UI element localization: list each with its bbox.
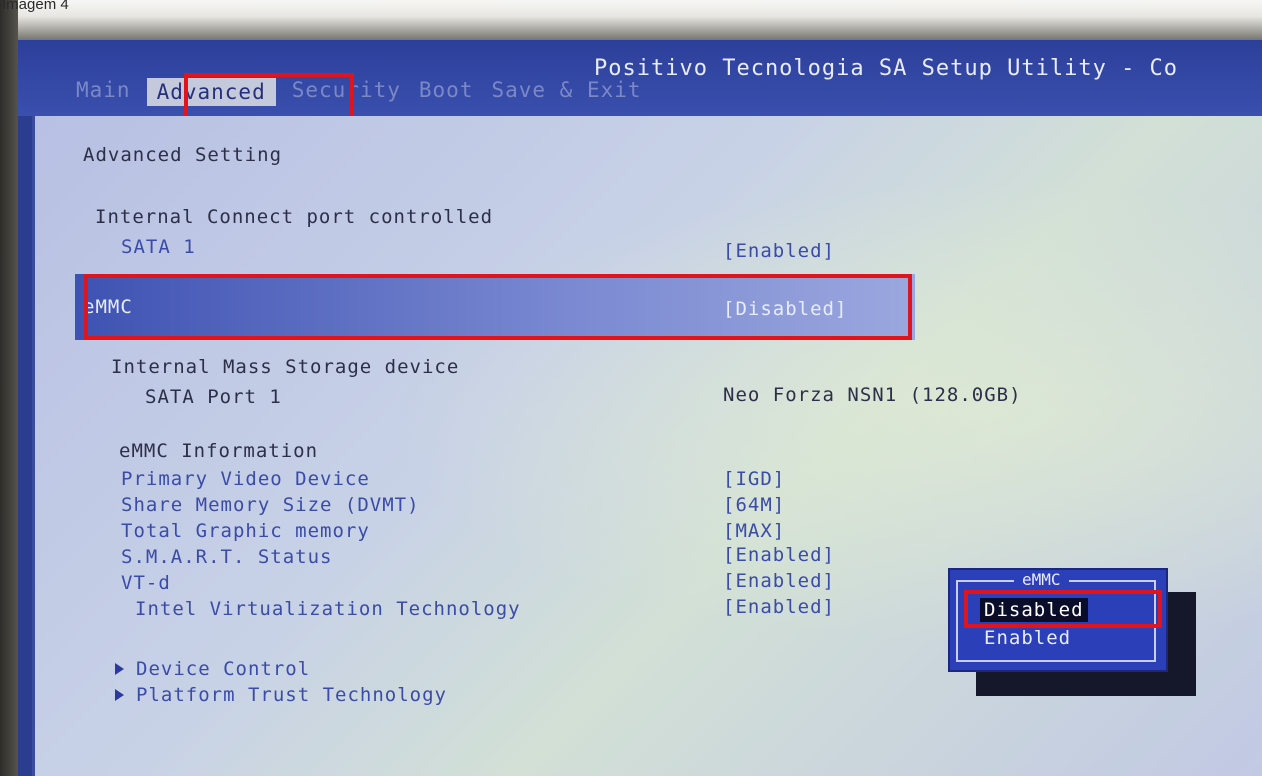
tab-bar: Main Advanced Security Boot Save & Exit xyxy=(74,78,644,106)
setting-share-memory-label[interactable]: Share Memory Size (DVMT) xyxy=(121,494,420,516)
mass-storage-heading: Internal Mass Storage device xyxy=(111,356,460,378)
advanced-tab-highlight-box xyxy=(184,73,354,119)
emmc-info-heading: eMMC Information xyxy=(119,440,319,462)
tab-boot[interactable]: Boot xyxy=(417,78,476,106)
bios-screen: Positivo Tecnologia SA Setup Utility - C… xyxy=(18,40,1262,776)
setting-total-graphic-label[interactable]: Total Graphic memory xyxy=(121,520,370,542)
setting-vtd-value[interactable]: [Enabled] xyxy=(723,570,835,592)
tab-save-exit[interactable]: Save & Exit xyxy=(489,78,643,106)
submenu-platform-trust-label: Platform Trust Technology xyxy=(136,684,447,706)
internal-connect-heading: Internal Connect port controlled xyxy=(95,206,494,228)
setting-smart-label[interactable]: S.M.A.R.T. Status xyxy=(121,546,332,568)
setting-total-graphic-value[interactable]: [MAX] xyxy=(723,520,785,542)
emmc-row-red-box xyxy=(84,274,912,340)
popup-selection-red-box xyxy=(964,590,1162,628)
sata-port1-value: Neo Forza NSN1 (128.0GB) xyxy=(723,384,1022,406)
monitor-bezel-left xyxy=(0,0,18,776)
setting-primary-video-value[interactable]: [IGD] xyxy=(723,468,785,490)
submenu-arrow-icon xyxy=(115,663,124,675)
setting-smart-value[interactable]: [Enabled] xyxy=(723,544,835,566)
sata1-label[interactable]: SATA 1 xyxy=(121,236,196,258)
page-heading: Advanced Setting xyxy=(83,144,283,166)
image-label: Imagem 4 xyxy=(2,0,69,13)
submenu-arrow-icon xyxy=(115,689,124,701)
submenu-device-control[interactable]: Device Control xyxy=(115,658,310,680)
setup-utility-title: Positivo Tecnologia SA Setup Utility - C… xyxy=(594,56,1179,81)
sata-port1-label: SATA Port 1 xyxy=(145,386,282,408)
setting-share-memory-value[interactable]: [64M] xyxy=(723,494,785,516)
submenu-device-control-label: Device Control xyxy=(136,658,311,680)
setting-vtd-label[interactable]: VT-d xyxy=(121,572,171,594)
sata1-value[interactable]: [Enabled] xyxy=(723,240,835,262)
setting-intel-virt-value[interactable]: [Enabled] xyxy=(723,596,835,618)
submenu-platform-trust[interactable]: Platform Trust Technology xyxy=(115,684,447,706)
setting-primary-video-label[interactable]: Primary Video Device xyxy=(121,468,370,490)
popup-title: eMMC xyxy=(1014,570,1069,589)
setting-intel-virt-label[interactable]: Intel Virtualization Technology xyxy=(135,598,521,620)
popup-option-enabled[interactable]: Enabled xyxy=(980,626,1075,650)
tab-main[interactable]: Main xyxy=(74,78,133,106)
